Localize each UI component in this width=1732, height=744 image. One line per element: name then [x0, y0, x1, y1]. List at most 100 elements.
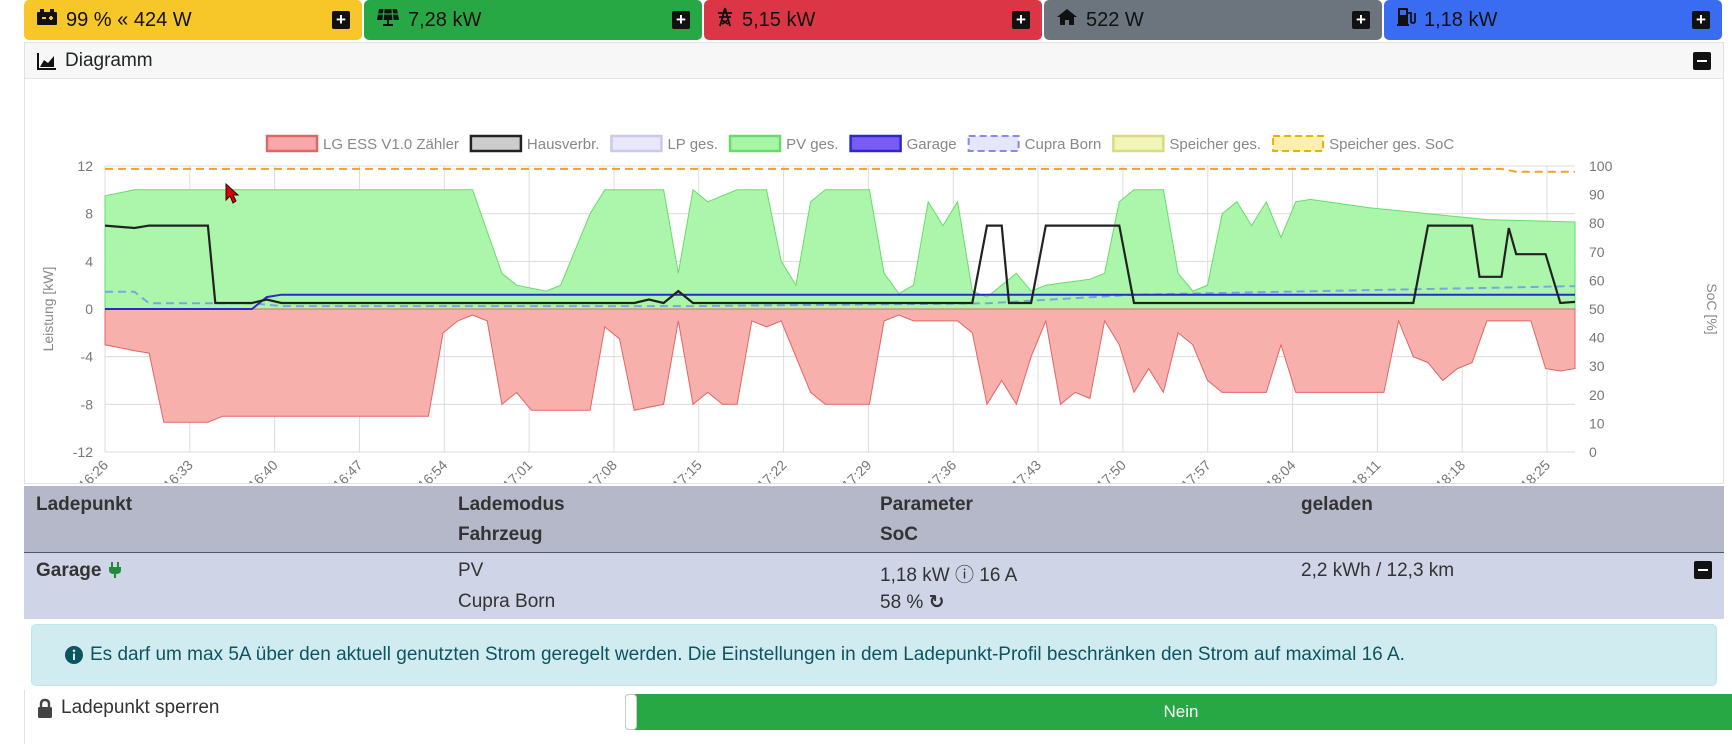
status-charger[interactable]: 1,18 kW + [1384, 0, 1722, 40]
status-house-value: 522 W [1086, 8, 1144, 31]
y2-tick-label: 30 [1589, 358, 1605, 374]
house-icon [1056, 8, 1078, 32]
x-tick-label: 17:15 [669, 457, 705, 483]
lock-toggle-value: Nein [1163, 702, 1199, 721]
expand-icon[interactable]: + [672, 11, 690, 29]
power-tower-icon [716, 7, 734, 33]
x-tick-label: 16:33 [160, 457, 196, 483]
info-icon [65, 646, 83, 664]
y2-tick-label: 80 [1589, 215, 1605, 231]
x-tick-label: 17:22 [754, 457, 790, 483]
status-house[interactable]: 522 W + [1044, 0, 1382, 40]
diagram-card: Diagramm LG ESS V1.0 Zähler Hausverbr. LP … [24, 42, 1724, 493]
status-pv[interactable]: 7,28 kW + [364, 0, 702, 40]
x-tick-label: 17:36 [923, 457, 959, 483]
y2-axis-title: SoC [%] [1704, 283, 1720, 334]
lock-label: Ladepunkt sperren [61, 697, 220, 718]
x-tick-label: 18:18 [1432, 457, 1468, 483]
vehicle-soc: 58 % ↻ [880, 592, 945, 613]
plug-icon [108, 562, 121, 578]
y-tick-label: -12 [73, 444, 93, 460]
x-tick-label: 16:40 [245, 457, 281, 483]
x-tick-label: 17:08 [584, 457, 620, 483]
legend-swatch [967, 135, 1020, 152]
y-tick-label: 8 [85, 206, 93, 222]
y2-tick-label: 10 [1589, 415, 1605, 431]
expand-icon[interactable]: + [1352, 11, 1370, 29]
top-status-bar: 99 % « 424 W +7,28 kW +5,15 kW + 522 W +1,18 … [24, 0, 1724, 40]
collapse-row-icon[interactable] [1694, 561, 1712, 579]
y-tick-label: -8 [81, 396, 94, 412]
toggle-knob[interactable] [625, 694, 637, 730]
x-tick-label: 18:11 [1348, 457, 1384, 483]
y2-tick-label: 20 [1589, 387, 1605, 403]
x-tick-label: 16:54 [414, 457, 450, 483]
x-tick-label: 16:47 [329, 457, 365, 483]
y2-tick-label: 40 [1589, 330, 1605, 346]
y-axis-title: Leistung [kW] [40, 267, 56, 352]
col-ladepunkt: Ladepunkt [36, 494, 133, 515]
legend-swatch [469, 134, 523, 153]
legend-swatch [849, 134, 902, 153]
col-fahrzeug: Fahrzeug [458, 524, 543, 545]
solar-panel-icon [376, 8, 400, 32]
alert-text: Es darf um max 5A über den aktuell genut… [90, 644, 1405, 665]
col-geladen: geladen [1301, 494, 1373, 515]
area-chart-icon [37, 52, 56, 70]
table-header: Ladepunkt Lademodus Fahrzeug Parameter S… [24, 486, 1724, 552]
expand-icon[interactable]: + [1012, 11, 1030, 29]
x-tick-label: 17:43 [1008, 457, 1044, 483]
x-tick-label: 18:25 [1517, 457, 1553, 483]
legend-label: LP ges. [667, 136, 718, 153]
lock-icon [38, 698, 52, 718]
col-soc: SoC [880, 524, 918, 545]
y2-tick-label: 70 [1589, 244, 1605, 260]
legend-label: Hausverbr. [527, 136, 600, 153]
info-alert: Es darf um max 5A über den aktuell genut… [31, 624, 1717, 686]
collapse-icon[interactable] [1693, 52, 1711, 70]
x-tick-label: 17:29 [838, 457, 874, 483]
legend-swatch [265, 134, 319, 153]
y2-tick-label: 90 [1589, 187, 1605, 203]
legend-label: Cupra Born [1025, 136, 1102, 153]
refresh-icon[interactable]: ↻ [929, 592, 945, 613]
chargepoint-table: Ladepunkt Lademodus Fahrzeug Parameter S… [24, 486, 1724, 619]
charged-energy: 2,2 kWh / 12,3 km [1301, 560, 1455, 581]
table-row[interactable]: Garage PV Cupra Born 1,18 kW ⓘ 16 A 58 %… [24, 552, 1724, 619]
series-grid-area [104, 308, 1576, 423]
y-tick-label: -4 [81, 349, 94, 365]
legend-swatch [1272, 135, 1325, 152]
expand-icon[interactable]: + [1692, 11, 1710, 29]
lock-toggle[interactable]: Nein [625, 694, 1732, 730]
x-tick-label: 18:04 [1263, 457, 1299, 483]
legend-label: Speicher ges. [1169, 136, 1261, 153]
legend-swatch [1112, 134, 1165, 153]
status-charger-value: 1,18 kW [1424, 8, 1498, 31]
status-grid[interactable]: 5,15 kW + [704, 0, 1042, 40]
diagram-title: Diagramm [65, 49, 153, 71]
legend-label: Garage [907, 136, 957, 153]
expand-icon[interactable]: + [332, 11, 350, 29]
y-tick-label: 0 [85, 301, 93, 317]
y-tick-label: 4 [85, 253, 93, 269]
x-tick-label: 17:01 [499, 457, 535, 483]
y2-tick-label: 60 [1589, 272, 1605, 288]
y2-tick-label: 100 [1589, 158, 1613, 174]
chargepoint-name: Garage [36, 560, 121, 582]
diagram-header[interactable]: Diagramm [25, 43, 1723, 79]
status-pv-value: 7,28 kW [408, 8, 482, 31]
y2-tick-label: 0 [1589, 444, 1597, 460]
x-tick-label: 17:50 [1093, 457, 1129, 483]
x-tick-label: 17:57 [1178, 457, 1214, 483]
legend-swatch [610, 134, 663, 153]
status-battery-value: 99 % « 424 W [66, 8, 192, 31]
legend-label: PV ges. [786, 136, 839, 153]
lock-chargepoint-row: Ladepunkt sperren Nein [24, 690, 1732, 744]
status-battery[interactable]: 99 % « 424 W + [24, 0, 362, 40]
y-tick-label: 12 [77, 158, 93, 174]
ev-charger-icon [1396, 7, 1416, 33]
legend-swatch [728, 134, 782, 153]
charge-mode[interactable]: PV [458, 560, 483, 582]
x-tick-label: 16:26 [75, 457, 111, 483]
vehicle-name[interactable]: Cupra Born [458, 591, 555, 613]
